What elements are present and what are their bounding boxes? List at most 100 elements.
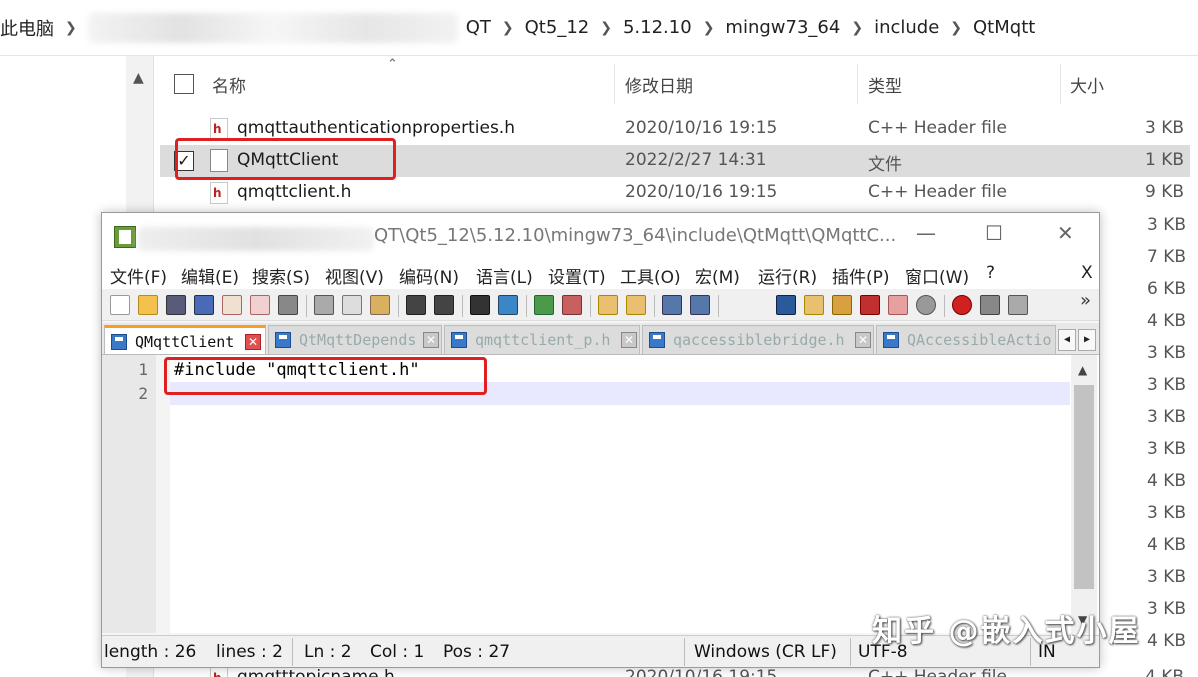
toolbar-overflow-icon[interactable]: » [1080, 290, 1091, 311]
menu-settings[interactable]: 设置(T) [548, 263, 606, 288]
menu-plugins[interactable]: 插件(P) [832, 263, 890, 288]
cut-icon[interactable] [314, 295, 334, 315]
menu-help[interactable]: ? [986, 263, 995, 283]
print-icon[interactable] [278, 295, 298, 315]
breadcrumb-qtmqtt[interactable]: QtMqtt [973, 17, 1035, 38]
menu-run[interactable]: 运行(R) [758, 263, 817, 288]
menu-file[interactable]: 文件(F) [110, 263, 167, 288]
tab-scroll-right-icon[interactable]: ▶ [1078, 329, 1096, 351]
tab-qmqttclient-p[interactable]: qmqttclient_p.h ✕ [444, 325, 640, 354]
fold-margin[interactable] [156, 355, 170, 633]
file-size: 3 KB [1146, 375, 1186, 395]
file-name: qmqttclient.h [237, 182, 352, 202]
close-tab-icon[interactable]: ✕ [621, 332, 637, 348]
function-list-icon[interactable] [860, 295, 880, 315]
status-eol[interactable]: Windows (CR LF) [694, 642, 837, 662]
column-date[interactable]: 修改日期 [625, 72, 693, 97]
indent-guide-icon[interactable] [776, 295, 796, 315]
open-file-icon[interactable] [138, 295, 158, 315]
status-ln: Ln : 2 [304, 642, 352, 662]
window-title: QT\Qt5_12\5.12.10\mingw73_64\include\QtM… [374, 225, 897, 246]
column-type[interactable]: 类型 [868, 72, 902, 97]
toolbar-separator [944, 295, 945, 317]
menu-search[interactable]: 搜索(S) [252, 263, 310, 288]
scroll-up-icon[interactable]: ▲ [1078, 363, 1087, 377]
save-all-icon[interactable] [194, 295, 214, 315]
file-size: 3 KB [1146, 599, 1186, 619]
scrollbar-thumb[interactable] [1074, 385, 1094, 589]
record-macro-icon[interactable] [952, 295, 972, 315]
status-divider [850, 638, 851, 666]
menu-view[interactable]: 视图(V) [325, 263, 384, 288]
sync-vertical-icon[interactable] [598, 295, 618, 315]
redo-icon[interactable] [434, 295, 454, 315]
menu-window[interactable]: 窗口(W) [905, 263, 969, 288]
address-bar[interactable]: 此电脑 ❯ QT ❯ Qt5_12 ❯ 5.12.10 ❯ mingw73_64 ❯ in… [0, 0, 1198, 56]
undo-icon[interactable] [406, 295, 426, 315]
select-all-checkbox[interactable] [174, 74, 194, 94]
breadcrumb-this-pc[interactable]: 此电脑 ❯ [0, 15, 88, 41]
paste-icon[interactable] [370, 295, 390, 315]
close-tab-icon[interactable]: ✕ [423, 332, 439, 348]
column-divider[interactable] [1060, 64, 1061, 104]
folder-workspace-icon[interactable] [888, 295, 908, 315]
menu-macro[interactable]: 宏(M) [695, 263, 740, 288]
breadcrumb-mingw73-64[interactable]: mingw73_64 ❯ [725, 17, 874, 38]
breadcrumb-include[interactable]: include ❯ [874, 17, 973, 38]
zoom-out-icon[interactable] [562, 295, 582, 315]
editor-scrollbar[interactable]: ▲ ▼ [1071, 355, 1097, 633]
notepad-window[interactable]: QT\Qt5_12\5.12.10\mingw73_64\include\QtM… [101, 212, 1100, 668]
column-name[interactable]: 名称 [212, 72, 246, 97]
tab-qtmqttdepends[interactable]: QtMqttDepends ✕ [268, 325, 442, 354]
saved-file-icon [883, 332, 899, 348]
saved-file-icon [275, 332, 291, 348]
breadcrumb-qt[interactable]: QT ❯ [466, 17, 525, 38]
close-all-icon[interactable] [250, 295, 270, 315]
find-icon[interactable] [470, 295, 490, 315]
sync-horizontal-icon[interactable] [626, 295, 646, 315]
play-macro-icon[interactable] [1008, 295, 1028, 315]
language-icon[interactable] [804, 295, 824, 315]
column-size[interactable]: 大小 [1070, 72, 1104, 97]
doc-map-icon[interactable] [832, 295, 852, 315]
show-all-chars-icon[interactable] [690, 295, 710, 315]
tab-qaccessibleaction[interactable]: QAccessibleActio [876, 325, 1056, 354]
word-wrap-icon[interactable] [662, 295, 682, 315]
close-button[interactable]: ✕ [1057, 221, 1074, 245]
close-file-icon[interactable] [222, 295, 242, 315]
menu-encoding[interactable]: 编码(N) [399, 263, 459, 288]
tab-qaccessiblebridge[interactable]: qaccessiblebridge.h ✕ [642, 325, 874, 354]
menu-tools[interactable]: 工具(O) [620, 263, 681, 288]
chevron-right-icon: ❯ [600, 19, 612, 36]
menu-edit[interactable]: 编辑(E) [181, 263, 239, 288]
maximize-button[interactable]: ☐ [985, 221, 1003, 245]
editor-area[interactable]: 1 2 #include "qmqttclient.h" ▲ ▼ [102, 355, 1099, 633]
breadcrumb-qt5-12[interactable]: Qt5_12 ❯ [525, 17, 623, 38]
file-size: 1 KB [1144, 150, 1184, 170]
copy-icon[interactable] [342, 295, 362, 315]
new-file-icon[interactable] [110, 295, 130, 315]
breadcrumb-5-12-10[interactable]: 5.12.10 ❯ [623, 17, 725, 38]
tab-scroll-left-icon[interactable]: ◀ [1058, 329, 1076, 351]
file-size: 3 KB [1146, 407, 1186, 427]
line-number: 1 [138, 360, 148, 379]
column-divider[interactable] [614, 64, 615, 104]
menu-language[interactable]: 语言(L) [476, 263, 533, 288]
file-row[interactable]: h qmqttclient.h 2020/10/16 19:15 C++ Hea… [160, 177, 1190, 209]
minimize-button[interactable]: — [916, 221, 936, 245]
zoom-in-icon[interactable] [534, 295, 554, 315]
stop-macro-icon[interactable] [980, 295, 1000, 315]
replace-icon[interactable] [498, 295, 518, 315]
menu-close-doc[interactable]: X [1081, 263, 1093, 283]
column-divider[interactable] [857, 64, 858, 104]
chevron-right-icon: ❯ [950, 19, 963, 36]
monitoring-icon[interactable] [916, 295, 936, 315]
close-tab-icon[interactable]: ✕ [245, 334, 261, 350]
save-icon[interactable] [166, 295, 186, 315]
sort-ascending-icon: ⌃ [387, 57, 398, 72]
title-bar[interactable]: QT\Qt5_12\5.12.10\mingw73_64\include\QtM… [102, 213, 1099, 261]
scroll-up-icon[interactable]: ▲ [133, 70, 144, 86]
close-tab-icon[interactable]: ✕ [855, 332, 871, 348]
chevron-right-icon: ❯ [851, 19, 864, 36]
tab-qmqttclient[interactable]: QMqttClient ✕ [104, 325, 266, 354]
